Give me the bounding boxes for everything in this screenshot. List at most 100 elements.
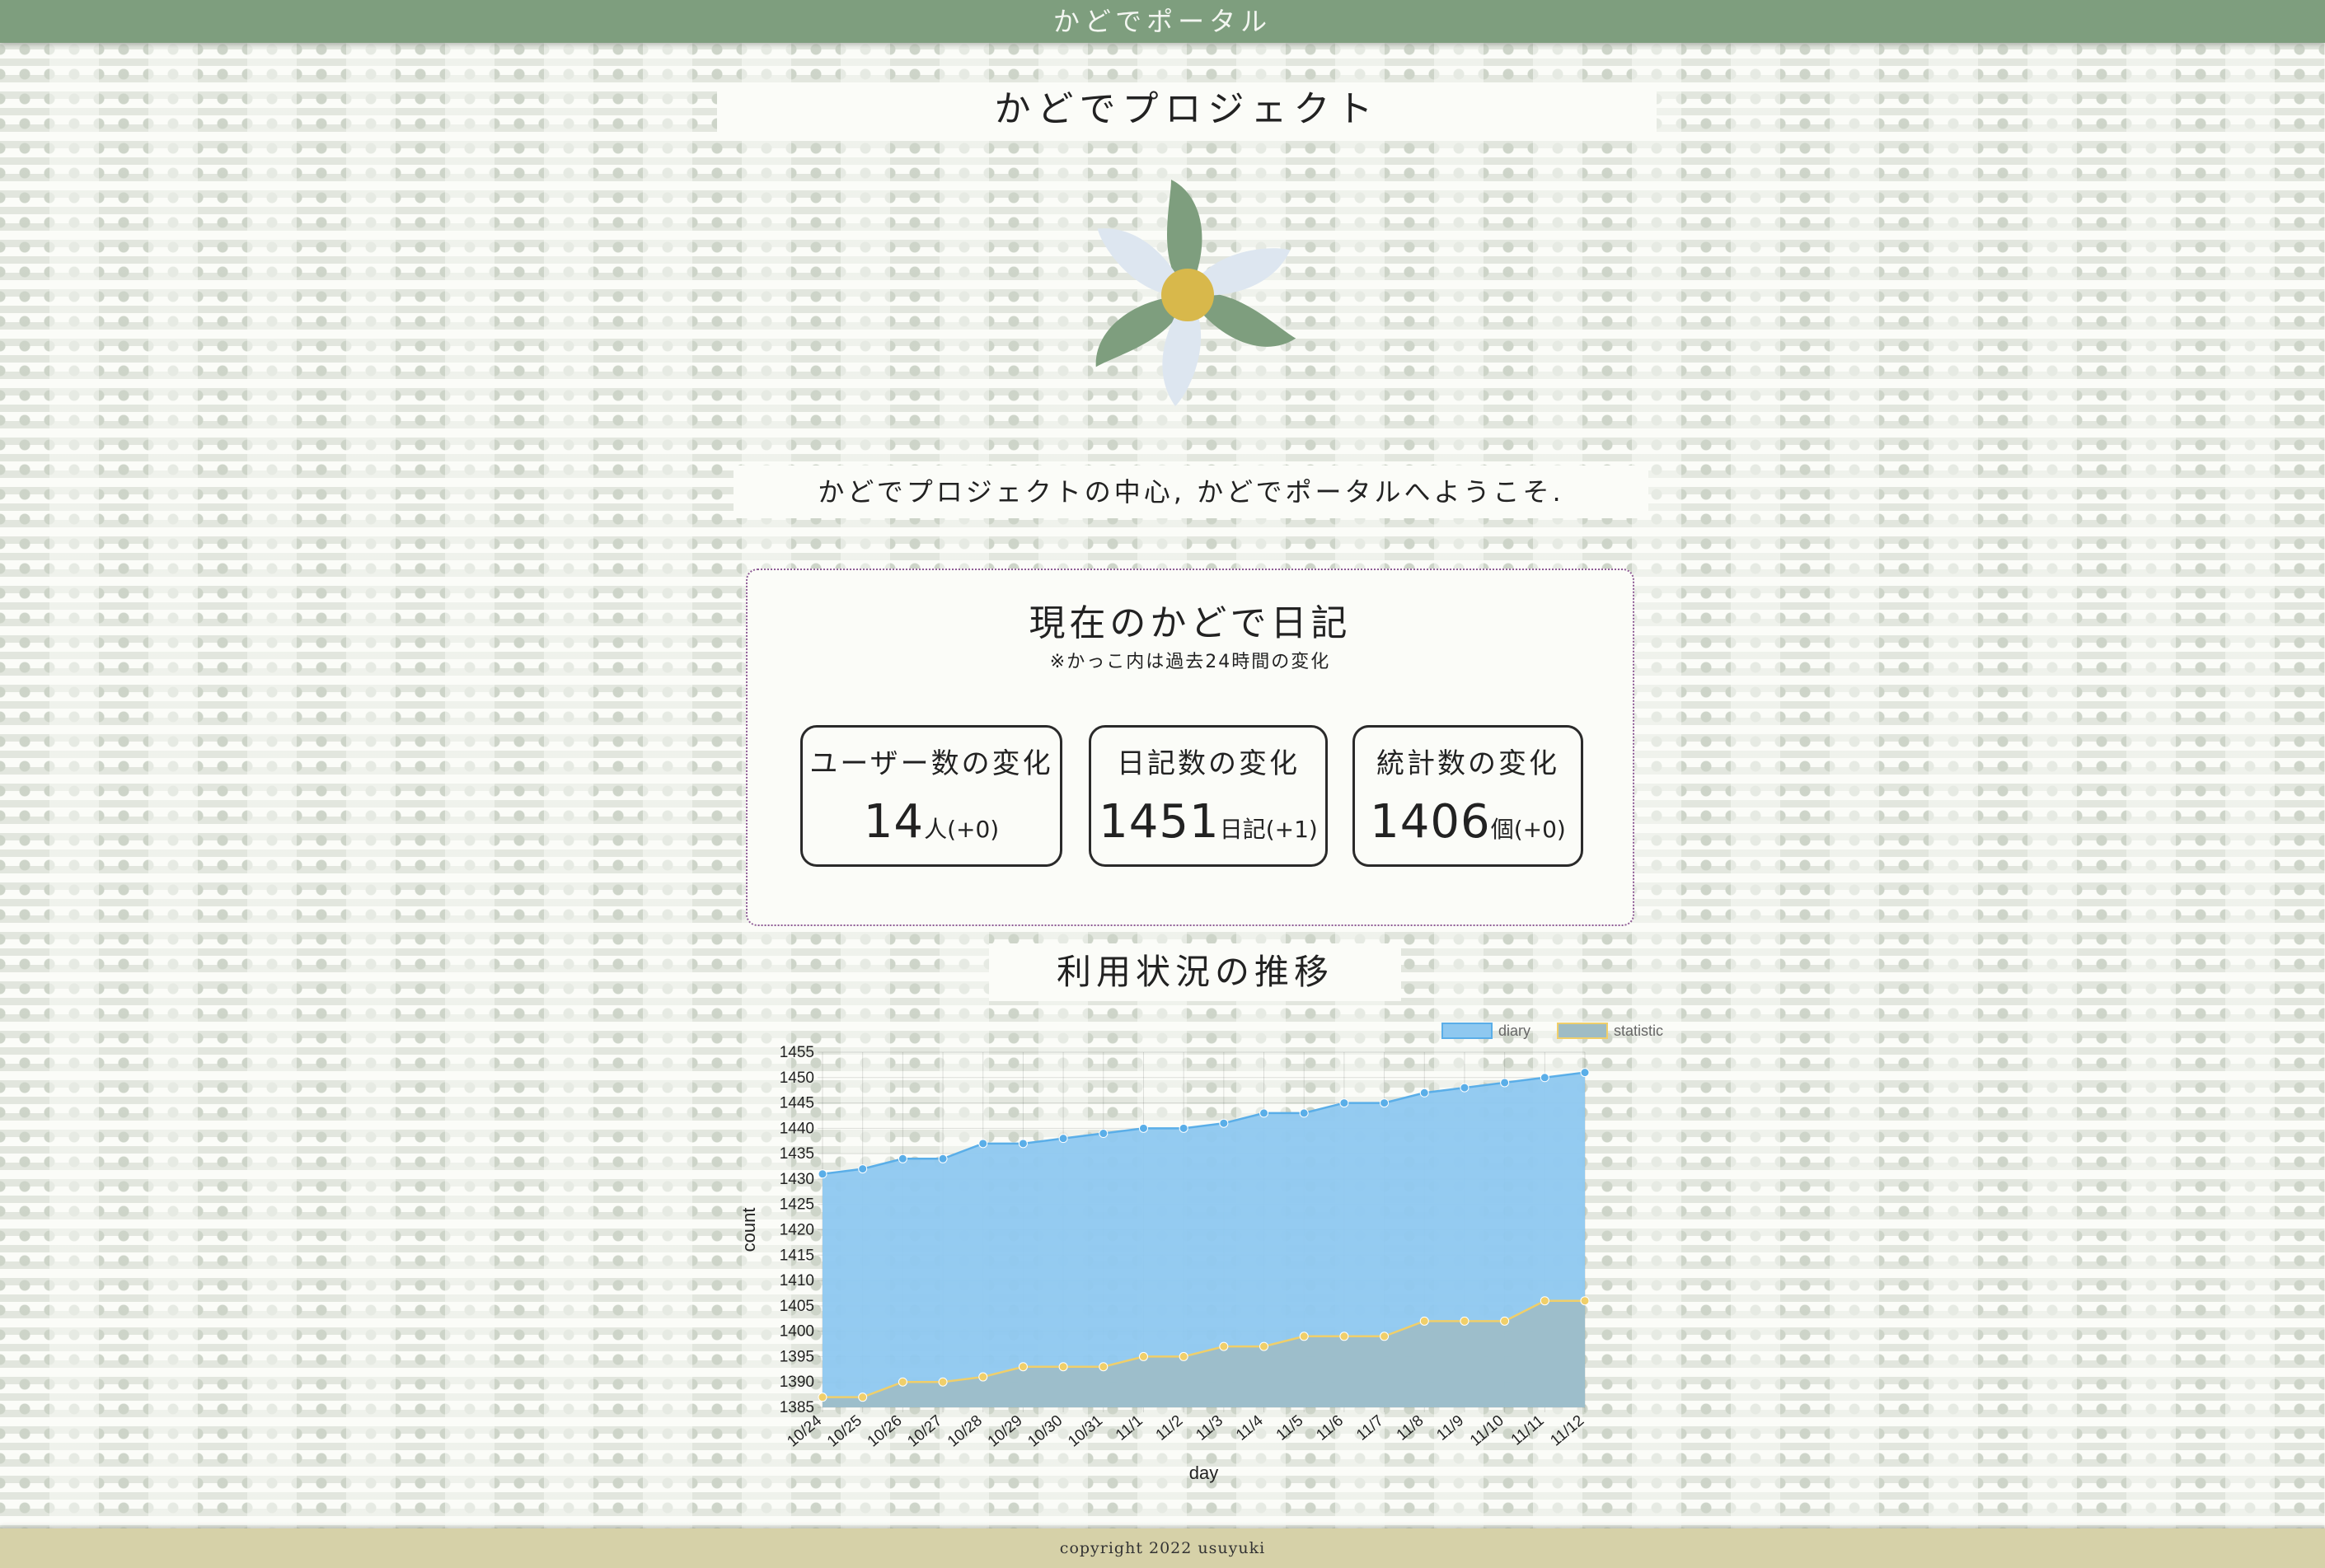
data-point-diary	[938, 1154, 948, 1163]
data-point-statistic	[1460, 1316, 1470, 1326]
data-point-diary	[1580, 1068, 1590, 1078]
data-point-diary	[818, 1169, 827, 1179]
stat-statistics-value: 1406個(+0)	[1355, 795, 1581, 849]
x-tick-label: 10/24	[784, 1411, 825, 1450]
usage-title: 利用状況の推移	[1056, 952, 1334, 992]
stats-title: 現在のかどで日記	[1029, 602, 1352, 644]
logo-center	[1161, 269, 1214, 321]
data-point-diary	[1500, 1078, 1510, 1088]
site-header-title[interactable]: かどでポータル	[1053, 6, 1272, 37]
data-point-statistic	[818, 1392, 827, 1402]
flower-logo-icon	[1095, 180, 1296, 406]
data-point-statistic	[1299, 1332, 1309, 1341]
y-tick-label: 1420	[780, 1222, 814, 1239]
data-point-statistic	[1339, 1332, 1349, 1341]
stat-diaries-delta: (+1)	[1265, 816, 1318, 843]
x-tick-label: 11/8	[1394, 1412, 1427, 1444]
legend-label-statistic: statistic	[1614, 1023, 1663, 1039]
y-tick-label: 1390	[780, 1374, 814, 1391]
data-point-diary	[1058, 1134, 1068, 1144]
y-axis-title: count	[738, 1208, 759, 1252]
x-tick-label: 11/1	[1113, 1412, 1146, 1444]
data-point-statistic	[1219, 1341, 1229, 1351]
legend-label-diary: diary	[1498, 1023, 1530, 1039]
x-tick-label: 10/29	[985, 1412, 1026, 1451]
y-tick-label: 1450	[780, 1070, 814, 1087]
stat-diaries-number: 1451	[1099, 795, 1220, 849]
x-tick-label: 11/6	[1313, 1412, 1347, 1444]
x-axis-title: day	[1189, 1463, 1218, 1483]
x-tick-label: 11/2	[1153, 1412, 1187, 1444]
y-tick-label: 1395	[780, 1348, 814, 1365]
x-tick-label: 10/30	[1024, 1412, 1066, 1451]
flower-logo	[1043, 165, 1323, 428]
data-point-statistic	[1138, 1351, 1148, 1361]
x-tick-label: 11/10	[1467, 1412, 1507, 1450]
y-tick-label: 1425	[780, 1196, 814, 1214]
data-point-diary	[1138, 1123, 1148, 1133]
data-point-statistic	[1018, 1362, 1028, 1372]
stat-diaries: 日記数の変化 1451日記(+1)	[1089, 725, 1328, 867]
stat-statistics: 統計数の変化 1406個(+0)	[1352, 725, 1583, 867]
y-tick-label: 1435	[780, 1145, 814, 1163]
stat-users-unit: 人	[924, 816, 948, 843]
x-tick-label: 10/31	[1065, 1412, 1106, 1451]
data-point-diary	[1540, 1073, 1549, 1083]
y-tick-label: 1400	[780, 1323, 814, 1341]
data-point-diary	[1380, 1098, 1390, 1108]
hero-title-container: かどでプロジェクト	[717, 82, 1657, 137]
data-point-diary	[898, 1154, 907, 1163]
x-tick-label: 11/12	[1547, 1412, 1587, 1450]
data-point-diary	[1179, 1123, 1188, 1133]
x-tick-label: 10/28	[945, 1412, 986, 1451]
y-tick-label: 1405	[780, 1298, 814, 1315]
data-point-diary	[858, 1164, 868, 1174]
stat-users-number: 14	[863, 795, 925, 849]
data-point-statistic	[898, 1377, 907, 1387]
data-point-statistic	[978, 1372, 988, 1382]
stat-users-delta: (+0)	[947, 816, 1000, 843]
x-tick-label: 11/9	[1433, 1412, 1467, 1444]
data-point-statistic	[1380, 1332, 1390, 1341]
data-point-diary	[1018, 1139, 1028, 1149]
y-tick-label: 1445	[780, 1095, 814, 1112]
y-tick-label: 1410	[780, 1272, 814, 1290]
x-tick-label: 10/26	[865, 1412, 906, 1451]
data-point-diary	[978, 1139, 988, 1149]
data-point-statistic	[938, 1377, 948, 1387]
welcome-container: かどでプロジェクトの中心, かどでポータルへようこそ.	[734, 466, 1648, 518]
x-tick-label: 11/11	[1508, 1412, 1548, 1449]
y-tick-label: 1455	[780, 1044, 814, 1061]
stat-statistics-number: 1406	[1370, 795, 1491, 849]
y-tick-label: 1415	[780, 1247, 814, 1264]
data-point-statistic	[1259, 1341, 1269, 1351]
y-tick-label: 1440	[780, 1120, 814, 1137]
data-point-statistic	[1540, 1296, 1549, 1306]
data-point-diary	[1460, 1083, 1470, 1093]
legend-swatch-statistic	[1557, 1023, 1608, 1039]
x-tick-label: 11/7	[1353, 1412, 1387, 1444]
stat-diaries-unit: 日記	[1219, 816, 1266, 843]
stat-diaries-value: 1451日記(+1)	[1091, 795, 1325, 849]
x-tick-label: 11/3	[1193, 1412, 1226, 1444]
stat-statistics-delta: (+0)	[1513, 816, 1566, 843]
stat-users-value: 14人(+0)	[803, 795, 1060, 849]
usage-title-container: 利用状況の推移	[989, 943, 1401, 1001]
site-footer: copyright 2022 usuyuki	[0, 1528, 2325, 1568]
data-point-diary	[1299, 1108, 1309, 1118]
usage-chart: 1385 1390 1395 1400 1405 1410 1415 1420 1425 1430…	[738, 1023, 1663, 1483]
stats-card: 現在のかどで日記 ※かっこ内は過去24時間の変化 ユーザー数の変化 14人(+0…	[746, 569, 1634, 926]
data-point-statistic	[1058, 1362, 1068, 1372]
x-tick-label: 10/25	[824, 1412, 865, 1451]
data-point-statistic	[1419, 1316, 1429, 1326]
project-title: かどでプロジェクト	[994, 88, 1380, 130]
data-point-statistic	[858, 1392, 868, 1402]
x-tick-label: 10/27	[904, 1412, 945, 1451]
stat-statistics-label: 統計数の変化	[1376, 747, 1559, 780]
y-tick-label: 1385	[780, 1399, 814, 1416]
stat-diaries-label: 日記数の変化	[1117, 747, 1300, 780]
welcome-message: かどでプロジェクトの中心, かどでポータルへようこそ.	[818, 476, 1564, 508]
data-point-statistic	[1500, 1316, 1510, 1326]
stat-statistics-unit: 個	[1490, 816, 1514, 843]
y-tick-label: 1430	[780, 1171, 814, 1188]
